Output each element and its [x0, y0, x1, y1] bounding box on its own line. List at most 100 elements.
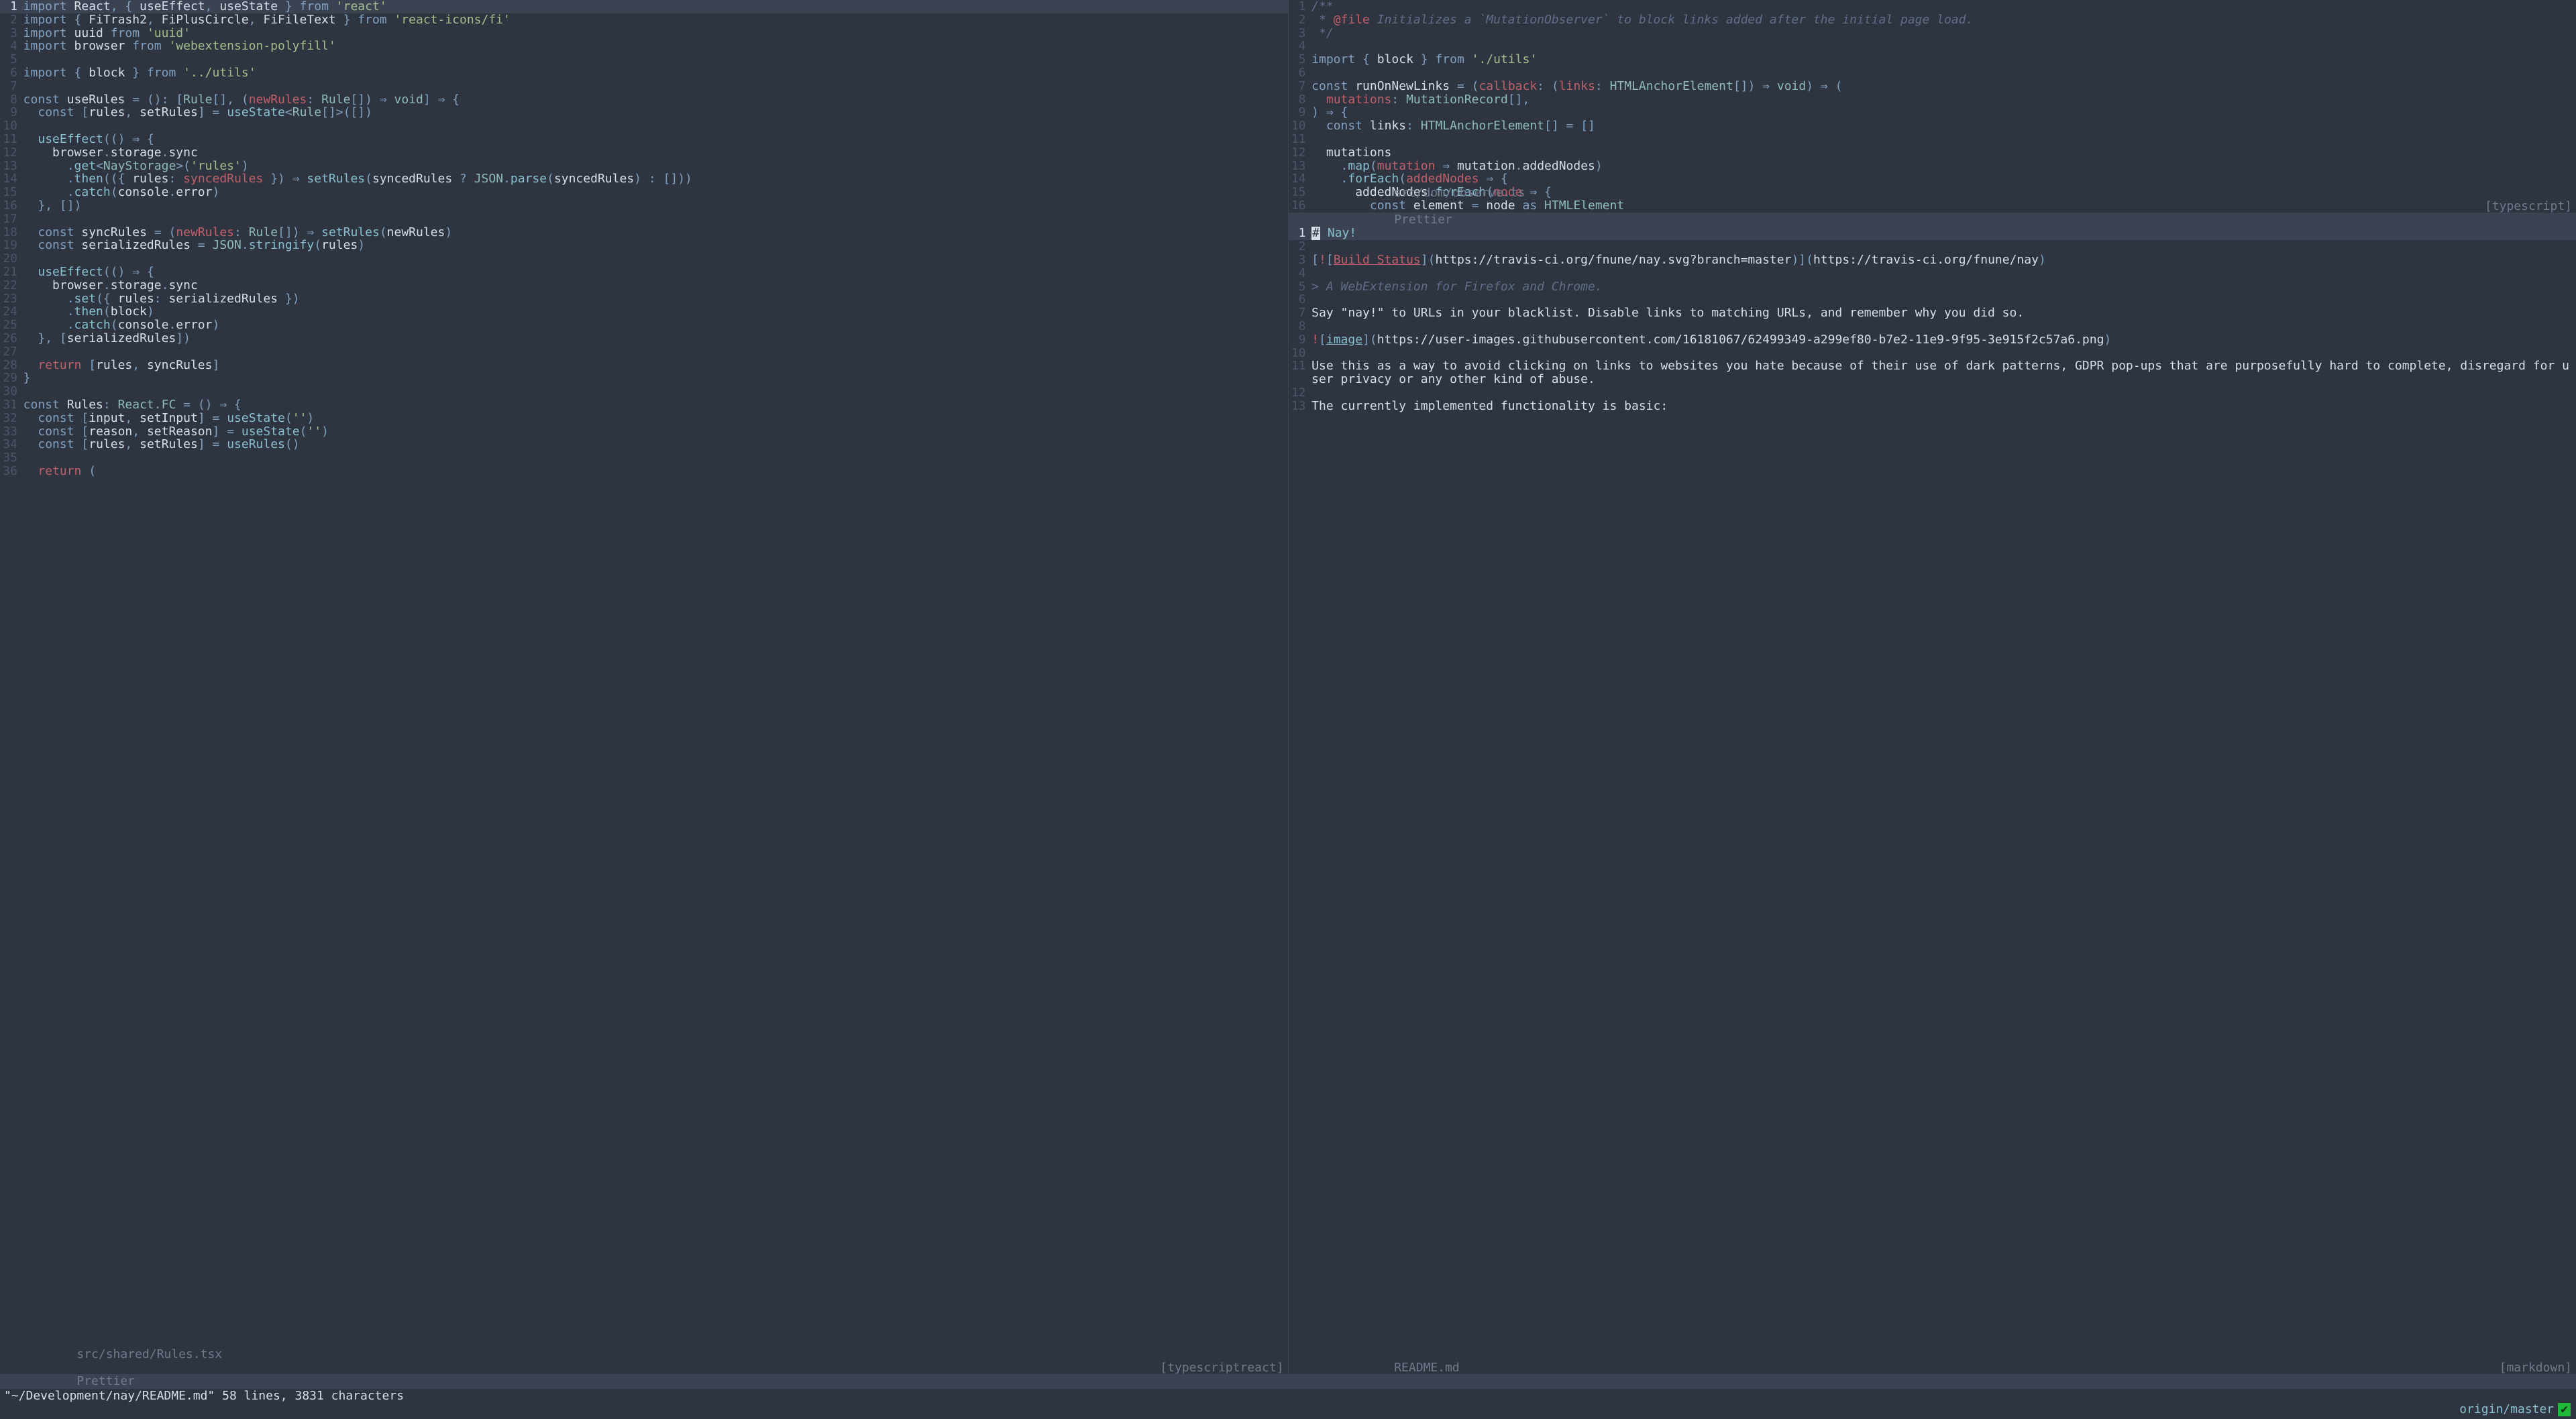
- code-line[interactable]: 36 return (: [0, 465, 1288, 478]
- code-line[interactable]: 9 const [rules, setRules] = useState<Rul…: [0, 106, 1288, 119]
- line-number: 18: [0, 226, 23, 239]
- code-line[interactable]: 11Use this as a way to avoid clicking on…: [1289, 359, 2576, 386]
- code-line[interactable]: 25 .catch(console.error): [0, 319, 1288, 332]
- code-line[interactable]: 15 .catch(console.error): [0, 186, 1288, 199]
- code-line[interactable]: 3 */: [1289, 27, 2576, 40]
- code-line[interactable]: 4import browser from 'webextension-polyf…: [0, 40, 1288, 53]
- code-line[interactable]: 19 const serializedRules = JSON.stringif…: [0, 239, 1288, 252]
- code-text: [1311, 133, 2576, 146]
- status-file: src/shared/Rules.tsx: [76, 1347, 222, 1361]
- code-line[interactable]: 10: [0, 119, 1288, 133]
- code-line[interactable]: 11: [1289, 133, 2576, 146]
- code-line[interactable]: 30: [0, 385, 1288, 398]
- code-line[interactable]: 2: [1289, 240, 2576, 253]
- code-line[interactable]: 6: [1289, 66, 2576, 80]
- code-text: ![image](https://user-images.githubuserc…: [1311, 333, 2576, 347]
- code-line[interactable]: 1# Nay!: [1289, 227, 2576, 240]
- code-line[interactable]: 12 mutations: [1289, 146, 2576, 160]
- code-line[interactable]: 2 * @file Initializes a `MutationObserve…: [1289, 13, 2576, 27]
- line-number: 3: [1289, 27, 1312, 40]
- line-number: 19: [0, 239, 23, 252]
- code-line[interactable]: 33 const [reason, setReason] = useState(…: [0, 425, 1288, 439]
- line-number: 29: [0, 372, 23, 385]
- code-line[interactable]: 7const runOnNewLinks = (callback: (links…: [1289, 80, 2576, 93]
- bottom-bar: origin/master ✔: [0, 1403, 2576, 1419]
- statusline-left: src/shared/Rules.tsx Prettier TSC 3.7.3 …: [0, 1374, 1288, 1389]
- code-line[interactable]: 32 const [input, setInput] = useState(''…: [0, 412, 1288, 425]
- command-line[interactable]: "~/Development/nay/README.md" 58 lines, …: [0, 1389, 2576, 1404]
- code-line[interactable]: 34 const [rules, setRules] = useRules(): [0, 438, 1288, 451]
- code-line[interactable]: 9![image](https://user-images.githubuser…: [1289, 333, 2576, 347]
- pane-left[interactable]: 1import React, { useEffect, useState } f…: [0, 0, 1289, 1389]
- code-text: [1311, 40, 2576, 53]
- code-line[interactable]: 12 browser.storage.sync: [0, 146, 1288, 160]
- code-line[interactable]: 4: [1289, 40, 2576, 53]
- code-line[interactable]: 2import { FiTrash2, FiPlusCircle, FiFile…: [0, 13, 1288, 27]
- code-text: [1311, 267, 2576, 280]
- line-number: 9: [1289, 106, 1312, 119]
- code-line[interactable]: 5import { block } from './utils': [1289, 53, 2576, 66]
- code-line[interactable]: 5: [0, 53, 1288, 66]
- code-line[interactable]: 18 const syncRules = (newRules: Rule[]) …: [0, 226, 1288, 239]
- editor-root: 1import React, { useEffect, useState } f…: [0, 0, 2576, 1419]
- code-line[interactable]: 23 .set({ rules: serializedRules }): [0, 292, 1288, 306]
- status-linter: Prettier: [1394, 213, 1452, 227]
- status-file: src/dom/observe.ts: [1394, 186, 1525, 200]
- code-line[interactable]: 7: [0, 80, 1288, 93]
- code-line[interactable]: 13 .get<NayStorage>('rules'): [0, 160, 1288, 173]
- code-text: [1311, 320, 2576, 333]
- code-line[interactable]: 26 }, [serializedRules]): [0, 332, 1288, 345]
- code-text: [23, 385, 1288, 398]
- code-line[interactable]: 14 .then(({ rules: syncedRules }) ⇒ setR…: [0, 172, 1288, 186]
- code-line[interactable]: 7Say "nay!" to URLs in your blacklist. D…: [1289, 306, 2576, 320]
- code-line[interactable]: 20: [0, 252, 1288, 266]
- pane-right-bottom[interactable]: 1# Nay!2 3[![Build Status](https://travi…: [1289, 227, 2576, 1388]
- code-line[interactable]: 9) ⇒ {: [1289, 106, 2576, 119]
- code-line[interactable]: 27: [0, 345, 1288, 359]
- code-text: [23, 119, 1288, 133]
- code-line[interactable]: 6import { block } from '../utils': [0, 66, 1288, 80]
- code-buffer-left[interactable]: 1import React, { useEffect, useState } f…: [0, 0, 1288, 1374]
- line-number: 30: [0, 385, 23, 398]
- code-line[interactable]: 35: [0, 451, 1288, 465]
- code-text: const [reason, setReason] = useState(''): [23, 425, 1288, 439]
- line-number: 14: [0, 172, 23, 186]
- line-number: 10: [1289, 347, 1312, 360]
- code-line[interactable]: 6: [1289, 293, 2576, 306]
- code-text: [1311, 386, 2576, 400]
- code-line[interactable]: 24 .then(block): [0, 305, 1288, 319]
- code-line[interactable]: 11 useEffect(() ⇒ {: [0, 133, 1288, 146]
- code-line[interactable]: 13 .map(mutation ⇒ mutation.addedNodes): [1289, 160, 2576, 173]
- code-line[interactable]: 4: [1289, 267, 2576, 280]
- code-line[interactable]: 3[![Build Status](https://travis-ci.org/…: [1289, 253, 2576, 267]
- line-number: 36: [0, 465, 23, 478]
- line-number: 28: [0, 359, 23, 372]
- code-text: [23, 80, 1288, 93]
- statusline-right-top: src/dom/observe.ts Prettier TSC 3.7.3 [t…: [1289, 213, 2576, 227]
- code-text: # Nay!: [1311, 227, 2576, 240]
- code-line[interactable]: 31const Rules: React.FC = () ⇒ {: [0, 398, 1288, 412]
- pane-right-top[interactable]: 1/**2 * @file Initializes a `MutationObs…: [1289, 0, 2576, 227]
- code-line[interactable]: 3import uuid from 'uuid': [0, 27, 1288, 40]
- code-line[interactable]: 1/**: [1289, 0, 2576, 13]
- code-line[interactable]: 8: [1289, 320, 2576, 333]
- code-line[interactable]: 13The currently implemented functionalit…: [1289, 400, 2576, 413]
- line-number: 11: [1289, 133, 1312, 146]
- code-line[interactable]: 10: [1289, 347, 2576, 360]
- code-line[interactable]: 16 }, []): [0, 199, 1288, 213]
- code-line[interactable]: 28 return [rules, syncRules]: [0, 359, 1288, 372]
- code-line[interactable]: 21 useEffect(() ⇒ {: [0, 266, 1288, 279]
- code-line[interactable]: 10 const links: HTMLAnchorElement[] = []: [1289, 119, 2576, 133]
- code-line[interactable]: 12: [1289, 386, 2576, 400]
- code-line[interactable]: 22 browser.storage.sync: [0, 279, 1288, 292]
- code-line[interactable]: 17: [0, 213, 1288, 226]
- code-line[interactable]: 5> A WebExtension for Firefox and Chrome…: [1289, 280, 2576, 294]
- code-line[interactable]: 1import React, { useEffect, useState } f…: [0, 0, 1288, 13]
- code-text: import { block } from './utils': [1311, 53, 2576, 66]
- code-line[interactable]: 8const useRules = (): [Rule[], (newRules…: [0, 93, 1288, 107]
- code-line[interactable]: 8 mutations: MutationRecord[],: [1289, 93, 2576, 107]
- code-text: .catch(console.error): [23, 186, 1288, 199]
- code-buffer-right-bottom[interactable]: 1# Nay!2 3[![Build Status](https://travi…: [1289, 227, 2576, 1374]
- code-text: import uuid from 'uuid': [23, 27, 1288, 40]
- code-line[interactable]: 29}: [0, 372, 1288, 385]
